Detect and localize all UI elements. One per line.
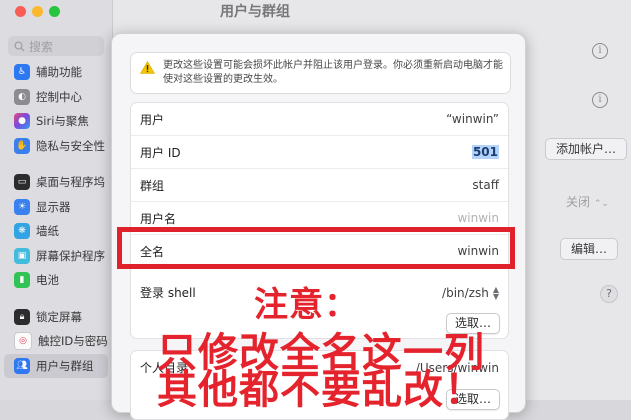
chevron-updown-icon: ▲ ▼ bbox=[492, 284, 499, 301]
group-label: 群组 bbox=[140, 178, 165, 193]
warning-text: 更改这些设置可能会损坏此帐户并阻止该用户登录。你必须重新启动电脑才能使对这些设置… bbox=[163, 60, 503, 85]
user-id-field[interactable]: 501 bbox=[471, 145, 499, 159]
user-value: “winwin” bbox=[446, 112, 499, 126]
annotation-line-1: 注意： bbox=[254, 285, 359, 325]
annotation-line-3: 其他都不要乱改！ bbox=[157, 367, 485, 413]
user-label: 用户 bbox=[140, 112, 165, 127]
login-shell-label: 登录 shell bbox=[140, 286, 196, 300]
row-user: 用户 “winwin” bbox=[131, 103, 508, 136]
warning-icon bbox=[140, 61, 155, 74]
row-user-id: 用户 ID 501 bbox=[131, 136, 508, 169]
group-field[interactable]: staff bbox=[472, 178, 499, 192]
account-name-field[interactable]: winwin bbox=[457, 211, 499, 225]
row-group: 群组 staff bbox=[131, 169, 508, 202]
login-shell-popup[interactable]: /bin/zsh ▲ ▼ bbox=[442, 284, 499, 301]
highlight-box bbox=[117, 227, 515, 269]
user-id-label: 用户 ID bbox=[140, 145, 181, 160]
login-shell-value: /bin/zsh bbox=[442, 285, 489, 300]
account-name-label: 用户名 bbox=[140, 211, 177, 226]
warning-banner: 更改这些设置可能会损坏此帐户并阻止该用户登录。你必须重新启动电脑才能使对这些设置… bbox=[130, 52, 511, 94]
